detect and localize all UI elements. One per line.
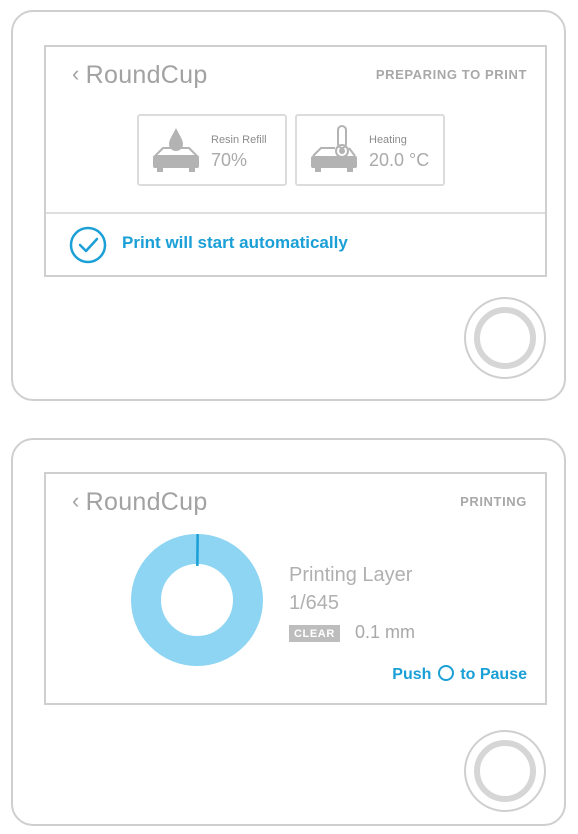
- control-knob[interactable]: [464, 297, 546, 379]
- printer-panel-preparing: ‹ RoundCup PREPARING TO PRINT Resin Refil…: [11, 10, 566, 401]
- resin-refill-label: Resin Refill: [211, 134, 267, 146]
- screen: ‹ RoundCup PRINTING Printing Layer 1/645 …: [44, 472, 547, 705]
- knob-ring: [474, 740, 536, 802]
- status-label: PREPARING TO PRINT: [375, 67, 527, 82]
- printer-name: RoundCup: [85, 488, 208, 516]
- divider: [46, 212, 545, 214]
- chevron-left-icon: ‹: [72, 488, 80, 513]
- heating-label: Heating: [369, 134, 407, 146]
- status-label: PRINTING: [460, 494, 527, 509]
- chevron-left-icon: ‹: [72, 61, 80, 86]
- resin-drop-icon: [152, 128, 200, 172]
- auto-start-message: Print will start automatically: [122, 233, 348, 252]
- resin-refill-value: 70%: [211, 150, 248, 170]
- screen: ‹ RoundCup PREPARING TO PRINT Resin Refil…: [44, 45, 547, 277]
- knob-circle-icon: [437, 665, 454, 681]
- resin-refill-tile: Resin Refill 70%: [137, 114, 287, 186]
- printer-name: RoundCup: [85, 61, 208, 89]
- thermometer-icon: [311, 125, 357, 172]
- check-circle-icon: [69, 226, 107, 264]
- heating-tile: Heating 20.0 °C: [295, 114, 445, 186]
- pause-hint: Push to Pause: [392, 665, 527, 684]
- heating-value: 20.0 °C: [369, 150, 430, 170]
- layer-count: 1/645: [289, 592, 340, 614]
- layer-progress-ring: [131, 533, 263, 666]
- back-button[interactable]: ‹ RoundCup: [72, 61, 208, 90]
- knob-ring: [474, 307, 536, 369]
- layer-thickness: 0.1 mm: [355, 622, 416, 642]
- printing-layer-label: Printing Layer: [289, 564, 413, 586]
- material-badge: CLEAR: [289, 625, 340, 642]
- back-button[interactable]: ‹ RoundCup: [72, 488, 208, 517]
- control-knob[interactable]: [464, 730, 546, 812]
- printer-panel-printing: ‹ RoundCup PRINTING Printing Layer 1/645 …: [11, 438, 566, 826]
- pause-prefix: Push: [392, 666, 432, 683]
- pause-suffix: to Pause: [460, 666, 527, 683]
